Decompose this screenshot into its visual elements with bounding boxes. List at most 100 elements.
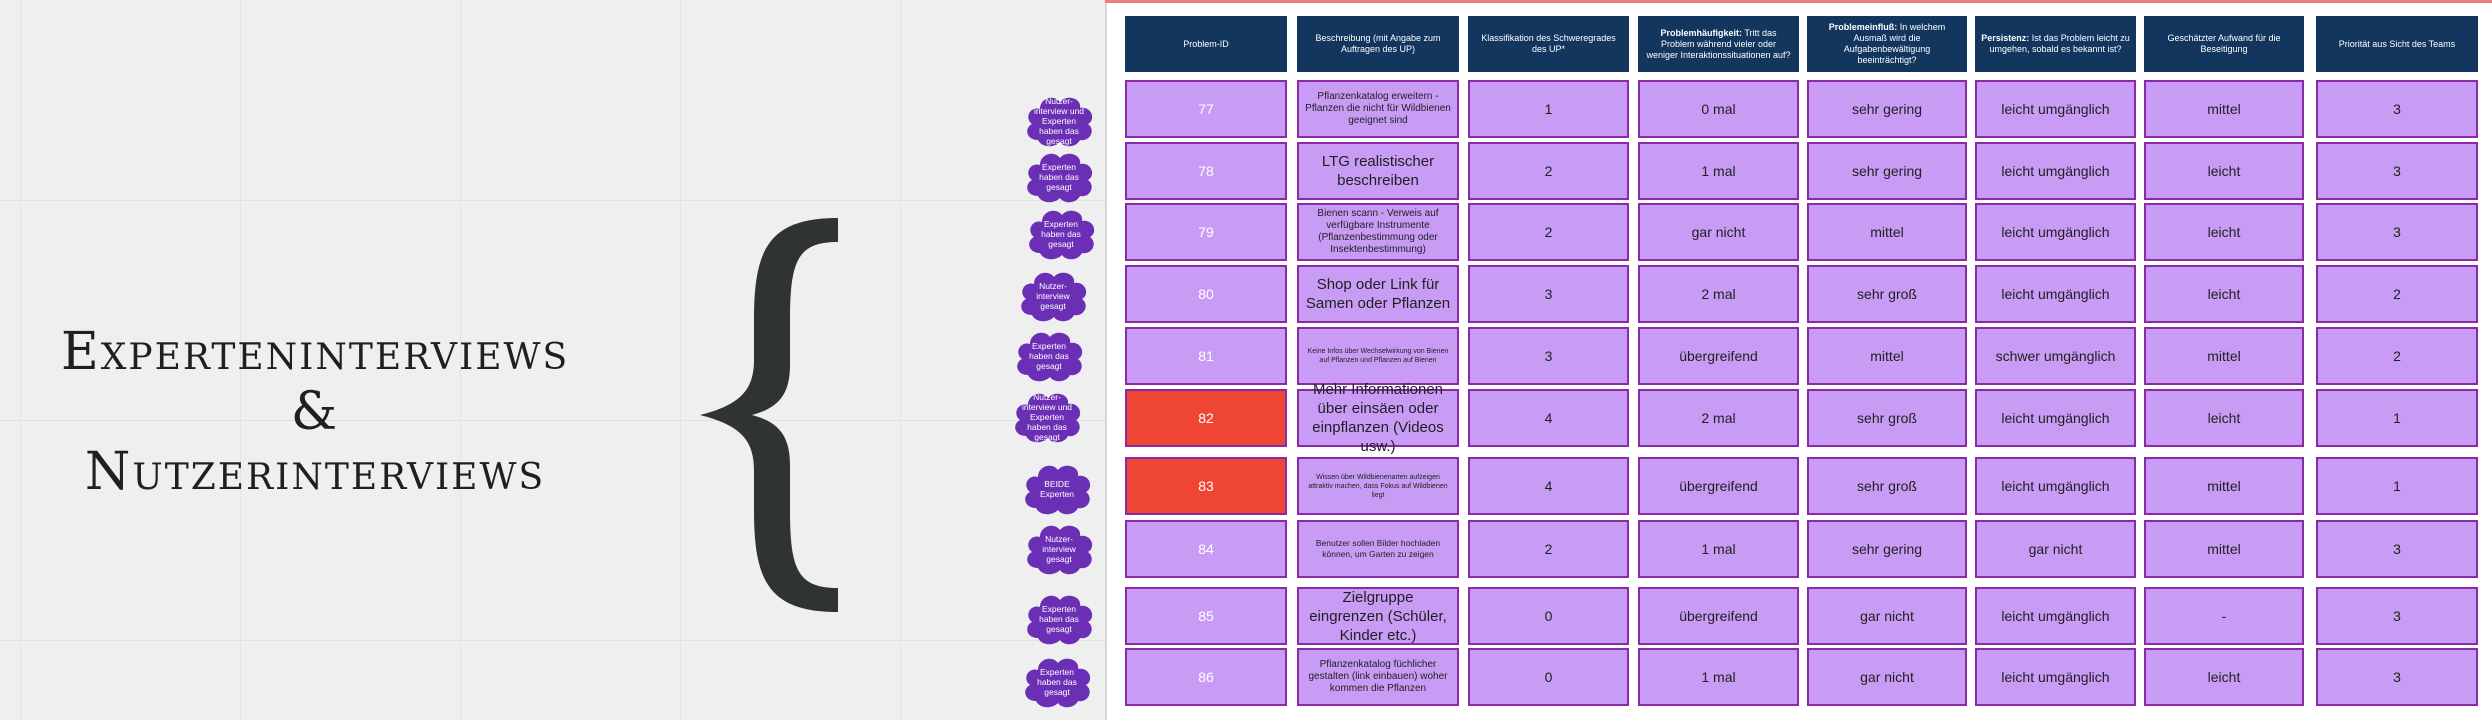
sticky-note-description[interactable]: Wissen über Wildbienenarten aufzeigen at…	[1297, 457, 1459, 515]
sticky-note-priority[interactable]: 3	[2316, 587, 2478, 645]
cloud-note-source[interactable]: Nutzer-interview und Experten haben das …	[1008, 388, 1086, 446]
sticky-note-persistence[interactable]: leicht umgänglich	[1975, 80, 2136, 138]
cloud-note-source[interactable]: Nutzer-interview gesagt	[1014, 267, 1092, 325]
sticky-note-frequency[interactable]: gar nicht	[1638, 203, 1799, 261]
column-header-label: Problemeinfluß: In welchem Ausmaß wird d…	[1828, 22, 1946, 65]
sticky-note-priority[interactable]: 1	[2316, 389, 2478, 447]
sticky-note-severity[interactable]: 2	[1468, 203, 1629, 261]
sticky-note-impact[interactable]: mittel	[1807, 203, 1967, 261]
heading-interviews: Experteninterviews & Nutzerinterviews	[0, 322, 630, 502]
sticky-note-description[interactable]: Shop oder Link für Samen oder Pflanzen	[1297, 265, 1459, 323]
sticky-note-frequency[interactable]: 2 mal	[1638, 265, 1799, 323]
sticky-note-severity[interactable]: 1	[1468, 80, 1629, 138]
sticky-note-priority[interactable]: 3	[2316, 520, 2478, 578]
sticky-note-impact[interactable]: sehr gering	[1807, 80, 1967, 138]
sticky-note-effort[interactable]: leicht	[2144, 265, 2304, 323]
cloud-note-source[interactable]: Experten haben das gesagt	[1020, 590, 1098, 648]
sticky-note-problem-id[interactable]: 86	[1125, 648, 1287, 706]
sticky-note-frequency[interactable]: 2 mal	[1638, 389, 1799, 447]
sticky-note-persistence[interactable]: leicht umgänglich	[1975, 203, 2136, 261]
sticky-note-persistence[interactable]: leicht umgänglich	[1975, 457, 2136, 515]
cloud-note-source[interactable]: Experten haben das gesagt	[1020, 148, 1098, 206]
cloud-note-source[interactable]: Experten haben das gesagt	[1018, 653, 1096, 711]
sticky-note-description[interactable]: Pflanzenkatalog erweitern -Pflanzen die …	[1297, 80, 1459, 138]
sticky-note-persistence[interactable]: leicht umgänglich	[1975, 648, 2136, 706]
sticky-note-frequency[interactable]: übergreifend	[1638, 327, 1799, 385]
sticky-note-priority[interactable]: 3	[2316, 80, 2478, 138]
sticky-note-persistence[interactable]: leicht umgänglich	[1975, 587, 2136, 645]
sticky-note-severity[interactable]: 3	[1468, 265, 1629, 323]
sticky-note-effort[interactable]: mittel	[2144, 80, 2304, 138]
sticky-note-frequency[interactable]: 1 mal	[1638, 520, 1799, 578]
cloud-note-text: Experten haben das gesagt	[1039, 162, 1079, 192]
cloud-note-source[interactable]: Experten haben das gesagt	[1010, 327, 1088, 385]
sticky-note-priority[interactable]: 1	[2316, 457, 2478, 515]
sticky-note-priority[interactable]: 3	[2316, 203, 2478, 261]
cloud-note-source[interactable]: BEIDE Experten	[1018, 460, 1096, 518]
cloud-note-source[interactable]: Experten haben das gesagt	[1022, 205, 1100, 263]
sticky-note-impact[interactable]: sehr gering	[1807, 142, 1967, 200]
sticky-note-description[interactable]: Keine Infos über Wechselwirkung von Bien…	[1297, 327, 1459, 385]
sticky-note-severity[interactable]: 4	[1468, 389, 1629, 447]
sticky-note-impact[interactable]: sehr groß	[1807, 389, 1967, 447]
heading-line-3: Nutzerinterviews	[84, 442, 546, 502]
sticky-note-severity[interactable]: 4	[1468, 457, 1629, 515]
sticky-note-impact[interactable]: gar nicht	[1807, 587, 1967, 645]
cloud-note-text: Nutzer-interview und Experten haben das …	[1021, 392, 1073, 442]
sticky-note-description[interactable]: Zielgruppe eingrenzen (Schüler, Kinder e…	[1297, 587, 1459, 645]
sticky-note-effort[interactable]: mittel	[2144, 520, 2304, 578]
sticky-note-severity[interactable]: 2	[1468, 142, 1629, 200]
sticky-note-impact[interactable]: gar nicht	[1807, 648, 1967, 706]
sticky-note-persistence[interactable]: gar nicht	[1975, 520, 2136, 578]
cloud-note-source[interactable]: Nutzer-interview und Experten haben das …	[1020, 92, 1098, 150]
sticky-note-priority[interactable]: 2	[2316, 327, 2478, 385]
sticky-note-problem-id[interactable]: 84	[1125, 520, 1287, 578]
sticky-note-severity[interactable]: 0	[1468, 648, 1629, 706]
cloud-note-text: Nutzer-interview gesagt	[1042, 534, 1076, 564]
sticky-note-persistence[interactable]: leicht umgänglich	[1975, 265, 2136, 323]
cloud-note-source[interactable]: Nutzer-interview gesagt	[1020, 520, 1098, 578]
sticky-note-priority[interactable]: 3	[2316, 142, 2478, 200]
sticky-note-frequency[interactable]: übergreifend	[1638, 457, 1799, 515]
sticky-note-effort[interactable]: leicht	[2144, 648, 2304, 706]
sticky-note-frequency[interactable]: 1 mal	[1638, 142, 1799, 200]
sticky-note-persistence[interactable]: schwer umgänglich	[1975, 327, 2136, 385]
sticky-note-description[interactable]: Benutzer sollen Bilder hochladen können,…	[1297, 520, 1459, 578]
sticky-note-effort[interactable]: leicht	[2144, 203, 2304, 261]
panel-top-accent	[1105, 0, 2492, 3]
sticky-note-problem-id[interactable]: 83	[1125, 457, 1287, 515]
sticky-note-effort[interactable]: mittel	[2144, 457, 2304, 515]
sticky-note-frequency[interactable]: übergreifend	[1638, 587, 1799, 645]
sticky-note-description[interactable]: Pflanzenkatalog füchlicher gestalten (li…	[1297, 648, 1459, 706]
sticky-note-effort[interactable]: leicht	[2144, 389, 2304, 447]
sticky-note-severity[interactable]: 2	[1468, 520, 1629, 578]
sticky-note-description[interactable]: Mehr Informationen über einsäen oder ein…	[1297, 381, 1459, 455]
sticky-note-impact[interactable]: sehr gering	[1807, 520, 1967, 578]
column-header-label: Persistenz: Ist das Problem leicht zu um…	[1981, 33, 2130, 54]
sticky-note-impact[interactable]: mittel	[1807, 327, 1967, 385]
column-header-label: Beschreibung (mit Angabe zum Auftragen d…	[1315, 33, 1441, 54]
sticky-note-problem-id[interactable]: 85	[1125, 587, 1287, 645]
sticky-note-problem-id[interactable]: 79	[1125, 203, 1287, 261]
sticky-note-priority[interactable]: 3	[2316, 648, 2478, 706]
sticky-note-persistence[interactable]: leicht umgänglich	[1975, 389, 2136, 447]
sticky-note-effort[interactable]: -	[2144, 587, 2304, 645]
sticky-note-problem-id[interactable]: 82	[1125, 389, 1287, 447]
sticky-note-persistence[interactable]: leicht umgänglich	[1975, 142, 2136, 200]
sticky-note-frequency[interactable]: 0 mal	[1638, 80, 1799, 138]
sticky-note-effort[interactable]: mittel	[2144, 327, 2304, 385]
sticky-note-impact[interactable]: sehr groß	[1807, 457, 1967, 515]
cloud-note-text: Nutzer-interview gesagt	[1036, 281, 1070, 311]
sticky-note-severity[interactable]: 0	[1468, 587, 1629, 645]
sticky-note-severity[interactable]: 3	[1468, 327, 1629, 385]
sticky-note-description[interactable]: Bienen scann - Verweis auf verfügbare In…	[1297, 203, 1459, 261]
sticky-note-problem-id[interactable]: 81	[1125, 327, 1287, 385]
sticky-note-effort[interactable]: leicht	[2144, 142, 2304, 200]
sticky-note-problem-id[interactable]: 80	[1125, 265, 1287, 323]
sticky-note-priority[interactable]: 2	[2316, 265, 2478, 323]
sticky-note-problem-id[interactable]: 78	[1125, 142, 1287, 200]
sticky-note-problem-id[interactable]: 77	[1125, 80, 1287, 138]
sticky-note-frequency[interactable]: 1 mal	[1638, 648, 1799, 706]
sticky-note-description[interactable]: LTG realistischer beschreiben	[1297, 142, 1459, 200]
sticky-note-impact[interactable]: sehr groß	[1807, 265, 1967, 323]
